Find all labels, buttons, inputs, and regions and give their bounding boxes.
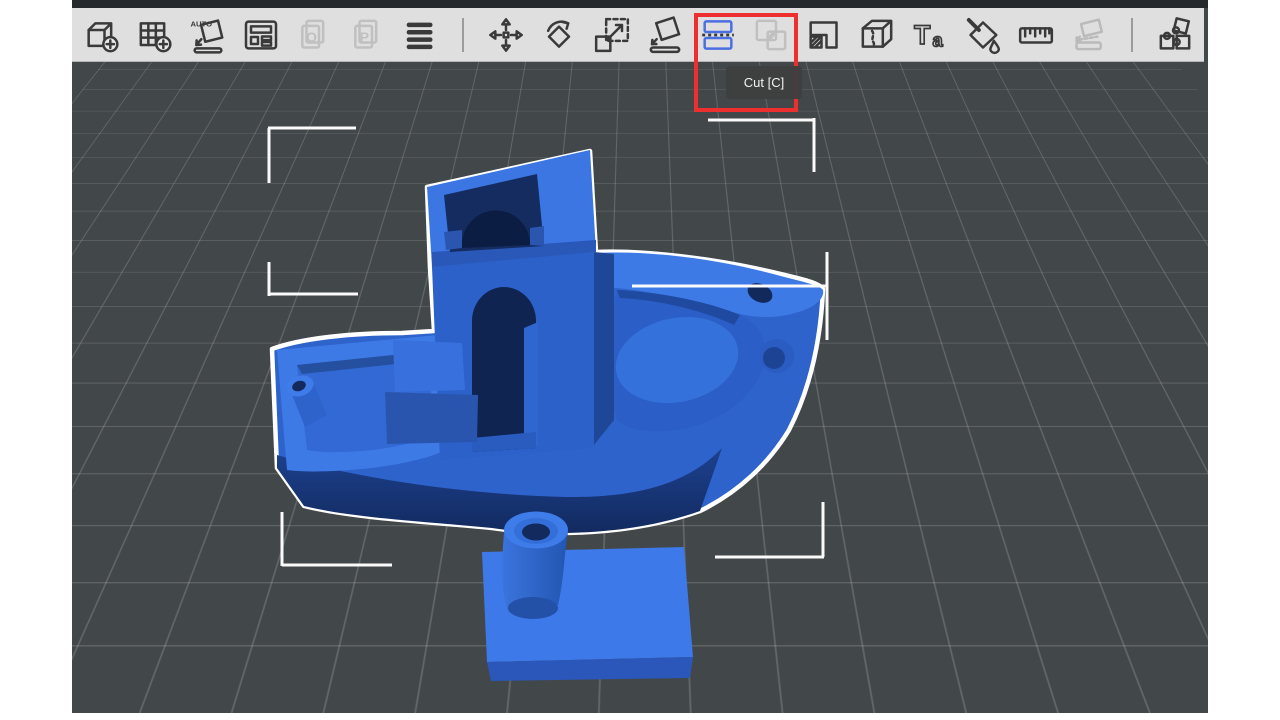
import-part-letter: P xyxy=(360,30,369,46)
object-list-button[interactable] xyxy=(398,11,442,59)
split-button xyxy=(1067,11,1111,59)
object-list-icon xyxy=(400,15,440,55)
assembly-view-button[interactable] xyxy=(1153,11,1197,59)
variable-layer-height-icon xyxy=(804,15,844,55)
scene-canvas[interactable] xyxy=(72,0,1208,713)
add-cube-icon xyxy=(82,15,122,55)
cut-tooltip-label: Cut [C] xyxy=(744,75,784,90)
app-window: AUTO O xyxy=(0,0,1280,720)
move-button[interactable] xyxy=(484,11,528,59)
import-object-icon: O xyxy=(294,15,334,55)
scale-button[interactable] xyxy=(590,11,634,59)
move-icon xyxy=(486,15,526,55)
cut-tooltip: Cut [C] xyxy=(726,66,802,99)
measure-button[interactable] xyxy=(1014,11,1058,59)
model-plate-pin[interactable] xyxy=(482,512,693,682)
arrange-button[interactable] xyxy=(239,11,283,59)
auto-orient-button[interactable]: AUTO xyxy=(186,11,230,59)
text-tool-icon: T a xyxy=(910,15,950,55)
seam-painting-icon xyxy=(857,15,897,55)
arrange-icon xyxy=(241,15,281,55)
seam-painting-button[interactable] xyxy=(855,11,899,59)
text-tool-letter-T: T xyxy=(914,20,930,50)
model-benchy[interactable] xyxy=(272,150,823,533)
lay-on-face-icon xyxy=(645,15,685,55)
add-plate-icon xyxy=(135,15,175,55)
import-object-button: O xyxy=(292,11,336,59)
rotate-button[interactable] xyxy=(537,11,581,59)
color-painting-button[interactable] xyxy=(961,11,1005,59)
auto-label: AUTO xyxy=(191,19,213,28)
lay-on-face-button[interactable] xyxy=(643,11,687,59)
auto-orient-icon: AUTO xyxy=(188,15,228,55)
toolbar-separator xyxy=(1131,18,1133,52)
scale-icon xyxy=(592,15,632,55)
rotate-icon xyxy=(539,15,579,55)
variable-layer-height-button[interactable] xyxy=(802,11,846,59)
text-tool-button[interactable]: T a xyxy=(908,11,952,59)
import-part-button: P xyxy=(345,11,389,59)
text-tool-letter-a: a xyxy=(933,29,944,50)
3d-viewport[interactable]: AUTO O xyxy=(72,0,1208,713)
add-plate-button[interactable] xyxy=(133,11,177,59)
main-toolbar: AUTO O xyxy=(72,8,1204,62)
toolbar-separator xyxy=(462,18,464,52)
import-part-icon: P xyxy=(347,15,387,55)
split-icon xyxy=(1069,15,1109,55)
color-painting-icon xyxy=(963,15,1003,55)
measure-icon xyxy=(1016,15,1056,55)
assembly-view-icon xyxy=(1155,15,1195,55)
add-object-button[interactable] xyxy=(80,11,124,59)
import-object-letter: O xyxy=(306,30,317,46)
